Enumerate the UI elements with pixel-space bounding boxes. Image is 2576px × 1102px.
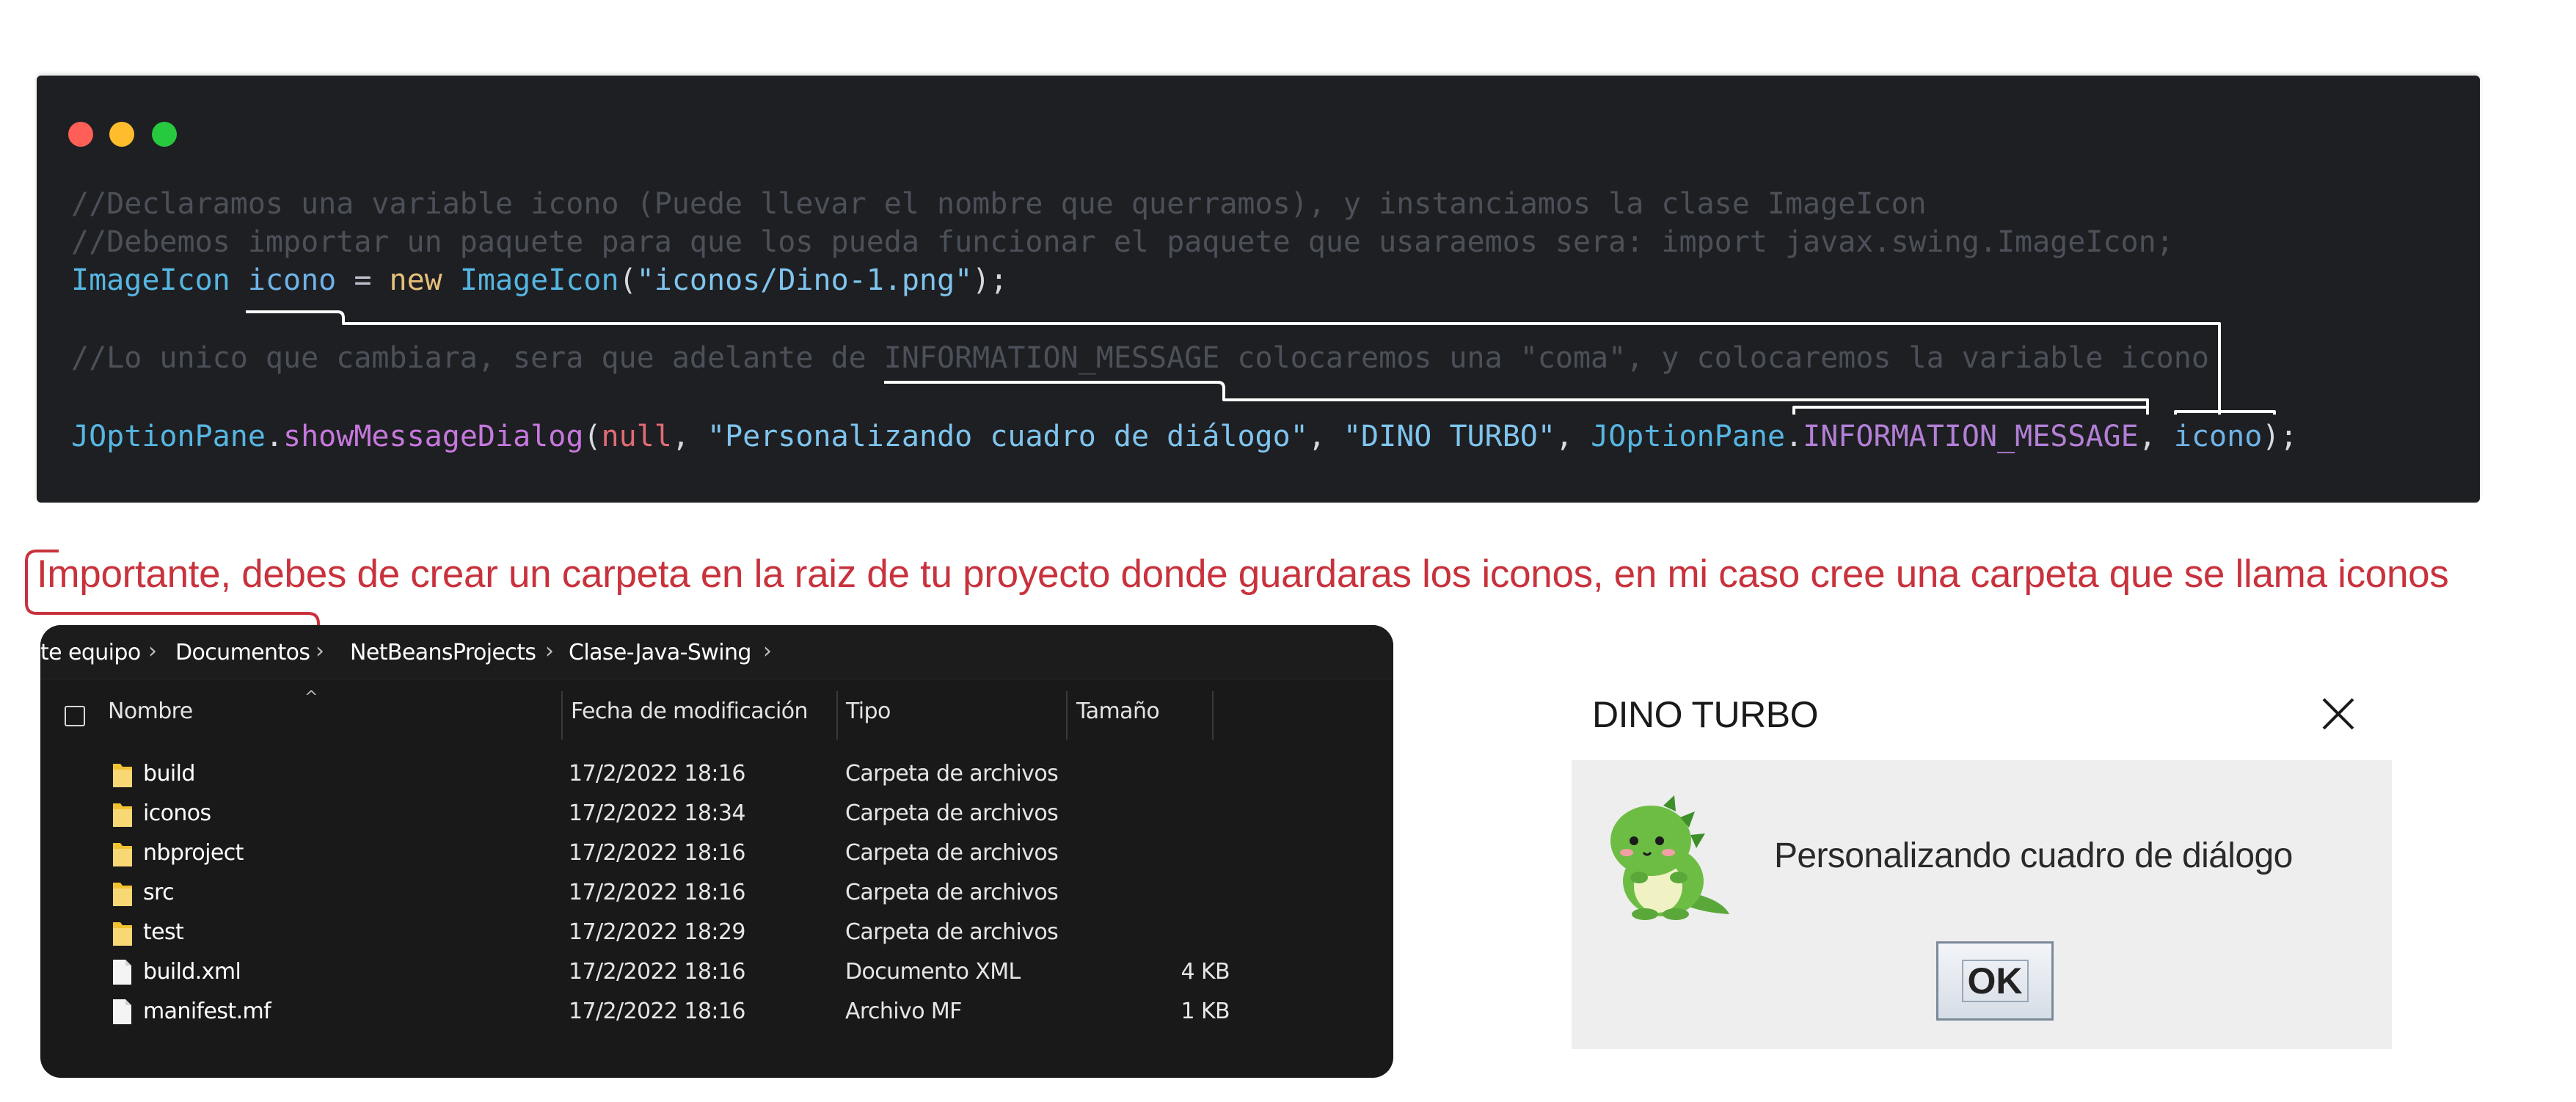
file-type: Carpeta de archivos	[845, 919, 1059, 945]
file-row-nbproject[interactable]: nbproject 17/2/2022 18:16 Carpeta de arc…	[40, 833, 1393, 872]
file-icon	[113, 960, 131, 985]
ok-button-label: OK	[1961, 960, 2029, 1002]
code-window: //Declaramos una variable icono (Puede l…	[37, 76, 2480, 503]
column-header-name[interactable]: Nombre	[108, 698, 193, 724]
chevron-right-icon: ›	[315, 638, 324, 664]
ok-button[interactable]: OK	[1936, 941, 2054, 1021]
dialog-body: Personalizando cuadro de diálogo OK	[1572, 760, 2392, 1049]
file-date: 17/2/2022 18:16	[569, 880, 745, 905]
message-dialog: DINO TURBO Personalizando cuadro de diál…	[1572, 671, 2392, 1049]
close-icon[interactable]	[2316, 692, 2360, 736]
file-row-manifest[interactable]: manifest.mf 17/2/2022 18:16 Archivo MF 1…	[40, 991, 1393, 1031]
file-type: Carpeta de archivos	[845, 880, 1059, 905]
breadcrumb-item[interactable]: NetBeansProjects	[350, 640, 536, 665]
dino-icon	[1610, 795, 1729, 920]
file-row-test[interactable]: test 17/2/2022 18:29 Carpeta de archivos	[40, 912, 1393, 952]
chevron-right-icon: ›	[148, 638, 157, 664]
column-header-date[interactable]: Fecha de modificación	[571, 698, 808, 724]
file-name: manifest.mf	[143, 999, 271, 1024]
file-row-build[interactable]: build 17/2/2022 18:16 Carpeta de archivo…	[40, 753, 1393, 793]
chevron-right-icon: ›	[545, 638, 554, 664]
column-divider[interactable]	[1066, 691, 1068, 740]
breadcrumb: te equipo › Documentos › NetBeansProject…	[40, 625, 1393, 679]
file-row-iconos[interactable]: iconos 17/2/2022 18:34 Carpeta de archiv…	[40, 793, 1393, 833]
folder-icon	[113, 883, 132, 906]
file-name: iconos	[143, 800, 211, 826]
column-header-type[interactable]: Tipo	[846, 698, 891, 724]
file-type: Carpeta de archivos	[845, 761, 1059, 787]
file-size: 1 KB	[1181, 999, 1230, 1024]
sort-up-icon: ^	[304, 688, 318, 707]
file-row-src[interactable]: src 17/2/2022 18:16 Carpeta de archivos	[40, 872, 1393, 912]
column-header-size[interactable]: Tamaño	[1076, 698, 1160, 724]
file-name: nbproject	[143, 840, 244, 866]
file-size: 4 KB	[1181, 959, 1230, 985]
column-divider[interactable]	[1212, 691, 1214, 740]
folder-icon	[113, 764, 132, 787]
file-type: Documento XML	[845, 959, 1021, 985]
code-annotation-brackets	[246, 310, 2276, 415]
column-divider[interactable]	[836, 691, 838, 740]
folder-icon	[113, 803, 132, 827]
breadcrumb-item[interactable]: Documentos	[175, 640, 310, 665]
file-date: 17/2/2022 18:16	[569, 840, 745, 866]
chevron-right-icon: ›	[763, 638, 772, 664]
annotation-note: Importante, debes de crear un carpeta en…	[37, 552, 2449, 596]
dialog-message: Personalizando cuadro de diálogo	[1774, 836, 2293, 875]
file-name: build.xml	[143, 959, 241, 985]
folder-icon	[113, 843, 132, 866]
file-name: test	[143, 919, 184, 945]
file-date: 17/2/2022 18:16	[569, 959, 745, 985]
file-type: Carpeta de archivos	[845, 800, 1059, 826]
file-row-build-xml[interactable]: build.xml 17/2/2022 18:16 Documento XML …	[40, 952, 1393, 991]
file-date: 17/2/2022 18:16	[569, 999, 745, 1024]
file-date: 17/2/2022 18:34	[569, 800, 745, 826]
file-explorer: te equipo › Documentos › NetBeansProject…	[40, 625, 1393, 1078]
breadcrumb-item[interactable]: Clase-Java-Swing	[569, 640, 751, 665]
file-date: 17/2/2022 18:29	[569, 919, 745, 945]
file-date: 17/2/2022 18:16	[569, 761, 745, 787]
breadcrumb-item[interactable]: te equipo	[40, 640, 141, 665]
file-type: Carpeta de archivos	[845, 840, 1059, 866]
folder-icon	[113, 922, 132, 946]
dialog-title: DINO TURBO	[1592, 694, 1819, 735]
file-icon	[113, 999, 131, 1024]
column-divider[interactable]	[561, 691, 563, 740]
file-name: build	[143, 761, 195, 787]
file-name: src	[143, 880, 175, 905]
file-type: Archivo MF	[845, 999, 962, 1024]
select-all-checkbox[interactable]	[65, 706, 85, 726]
